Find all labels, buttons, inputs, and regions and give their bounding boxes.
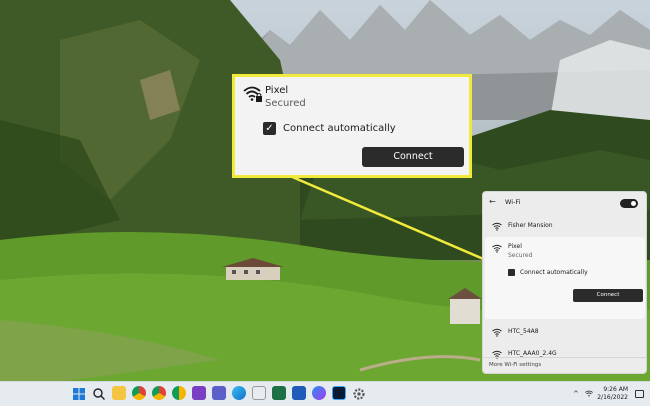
chevron-up-icon[interactable]: ^: [573, 390, 579, 398]
clock-date: 2/16/2022: [597, 394, 628, 401]
connect-automatically-checkbox[interactable]: [508, 269, 515, 276]
wifi-toggle[interactable]: [620, 199, 638, 208]
barn-graphic: [448, 288, 482, 324]
flyout-title: Wi-Fi: [505, 198, 521, 206]
network-list: Fisher Mansion Pixel Secured Connect aut…: [485, 215, 645, 363]
network-name: Fisher Mansion: [508, 222, 553, 229]
chrome-profile-icon[interactable]: [152, 386, 166, 400]
wifi-icon: [492, 222, 502, 231]
browser-extension-icon[interactable]: [172, 386, 186, 400]
taskbar-pinned-icons: [72, 386, 366, 400]
zoom-callout: Pixel Secured ✓ Connect automatically Co…: [232, 74, 472, 178]
more-wifi-settings-link[interactable]: More Wi-Fi settings: [489, 362, 541, 368]
edge-icon[interactable]: [232, 386, 246, 400]
photoshop-icon[interactable]: [332, 386, 346, 400]
flyout-divider: [483, 357, 646, 358]
windows-start-icon[interactable]: [72, 386, 86, 400]
clock-time: 9:26 AM: [603, 386, 628, 393]
list-item-network[interactable]: HTC_54A8: [485, 321, 645, 341]
network-status: Secured: [265, 98, 306, 109]
chrome-icon[interactable]: [132, 386, 146, 400]
connect-button[interactable]: Connect: [573, 289, 643, 302]
network-name: HTC_54A8: [508, 328, 539, 335]
taskbar: ^ 9:26 AM 2/16/2022: [0, 381, 650, 406]
word-icon[interactable]: [292, 386, 306, 400]
network-name: Pixel: [265, 85, 289, 96]
connect-automatically-label: Connect automatically: [520, 269, 588, 276]
notification-icon[interactable]: [635, 390, 644, 398]
settings-gear-icon[interactable]: [352, 386, 366, 400]
onenote-icon[interactable]: [192, 386, 206, 400]
flyout-header: ← Wi-Fi: [483, 192, 646, 214]
search-icon[interactable]: [92, 386, 106, 400]
connect-automatically-checkbox[interactable]: ✓: [263, 122, 276, 135]
connect-button[interactable]: Connect: [362, 147, 464, 167]
network-status: Secured: [508, 252, 533, 259]
list-item-network[interactable]: Fisher Mansion: [485, 215, 645, 237]
excel-icon[interactable]: [272, 386, 286, 400]
wifi-flyout: ← Wi-Fi Fisher Mansion Pixel Secured Con…: [482, 191, 647, 374]
store-icon[interactable]: [252, 386, 266, 400]
wifi-secured-icon: [492, 244, 502, 253]
connect-automatically-label: Connect automatically: [283, 123, 396, 134]
wifi-secured-icon: [243, 86, 262, 102]
list-item-network-selected[interactable]: Pixel Secured Connect automatically Conn…: [485, 237, 645, 319]
list-item-network[interactable]: HTC_AAA0_2.4G: [485, 343, 645, 363]
network-name: HTC_AAA0_2.4G: [508, 350, 557, 357]
back-arrow-icon[interactable]: ←: [489, 197, 496, 206]
system-tray-wifi-icon[interactable]: [585, 390, 593, 397]
network-name: Pixel: [508, 243, 522, 250]
messenger-icon[interactable]: [312, 386, 326, 400]
taskbar-clock[interactable]: 9:26 AM 2/16/2022: [597, 386, 628, 402]
teams-icon[interactable]: [212, 386, 226, 400]
wifi-icon: [492, 328, 502, 337]
house-graphic: [222, 258, 284, 280]
file-explorer-icon[interactable]: [112, 386, 126, 400]
